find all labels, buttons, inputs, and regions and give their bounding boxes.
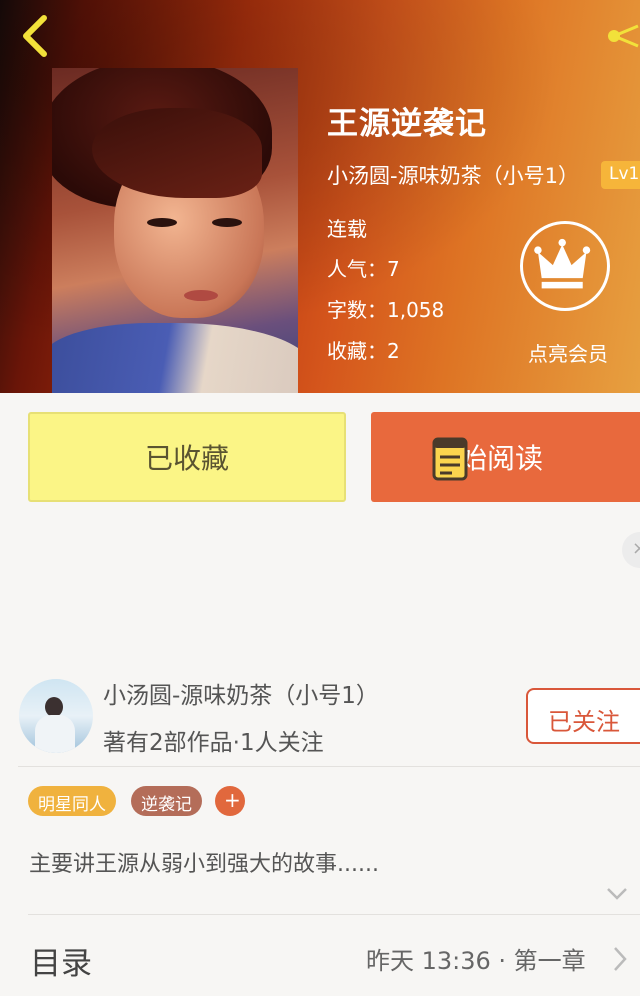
vip-button[interactable]: [520, 221, 610, 311]
latest-chapter-link[interactable]: 昨天 13:36 · 第一章: [366, 941, 586, 976]
book-title: 王源逆袭记: [327, 106, 487, 142]
dismiss-icon[interactable]: ×: [622, 532, 640, 568]
add-tag-button[interactable]: +: [215, 786, 245, 816]
author-stats: 著有2部作品·1人关注: [103, 730, 324, 756]
table-of-contents-link[interactable]: 目录: [30, 938, 92, 983]
follow-button[interactable]: 已关注: [526, 688, 640, 744]
chevron-right-icon[interactable]: [612, 945, 628, 973]
book-favorites: 收藏：2: [327, 339, 400, 363]
back-chevron-icon[interactable]: [16, 12, 56, 60]
author-avatar[interactable]: [19, 679, 93, 753]
book-description: 主要讲王源从弱小到强大的故事......: [29, 852, 379, 877]
tag-celebrity-fanfic[interactable]: 明星同人: [28, 786, 116, 816]
divider: [18, 766, 640, 767]
vip-label[interactable]: 点亮会员: [528, 338, 608, 367]
author-level-badge: Lv1: [601, 161, 640, 189]
book-author-link[interactable]: 小汤圆-源味奶茶（小号1）: [327, 160, 579, 190]
book-header: 王源逆袭记 小汤圆-源味奶茶（小号1） Lv1 连载 人气：7 字数：1,058…: [0, 0, 640, 393]
crown-icon: [534, 238, 591, 289]
share-icon[interactable]: [604, 18, 640, 54]
author-name[interactable]: 小汤圆-源味奶茶（小号1）: [103, 676, 379, 710]
expand-chevron-down-icon[interactable]: [605, 886, 629, 902]
tag-comeback-story[interactable]: 逆袭记: [131, 786, 202, 816]
book-icon: [432, 437, 468, 481]
start-reading-button[interactable]: 开始阅读: [371, 412, 640, 502]
book-cover-image: [52, 68, 298, 393]
book-popularity: 人气：7: [327, 257, 400, 281]
collected-button[interactable]: 已收藏: [28, 412, 346, 502]
book-status: 连载: [327, 217, 367, 241]
book-word-count: 字数：1,058: [327, 298, 445, 322]
divider: [28, 914, 640, 915]
